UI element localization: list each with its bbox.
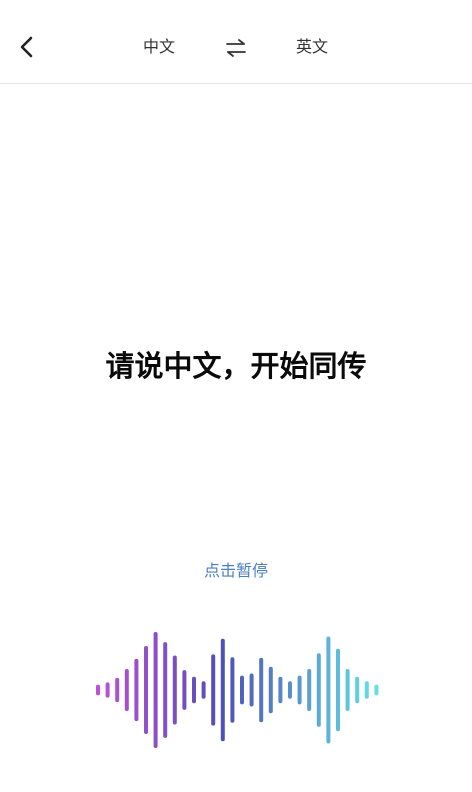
speak-prompt: 请说中文，开始同传 bbox=[105, 349, 367, 383]
target-language-button[interactable]: 英文 bbox=[296, 36, 328, 58]
pause-button[interactable]: 点击暂停 bbox=[0, 560, 472, 582]
top-bar: 中文 英文 bbox=[0, 0, 472, 84]
source-language-button[interactable]: 中文 bbox=[143, 36, 175, 58]
swap-language-button[interactable] bbox=[222, 36, 250, 60]
voice-waveform bbox=[96, 632, 379, 748]
swap-arrows-icon bbox=[226, 39, 246, 57]
back-button[interactable] bbox=[10, 30, 44, 64]
chevron-left-icon bbox=[20, 36, 33, 58]
